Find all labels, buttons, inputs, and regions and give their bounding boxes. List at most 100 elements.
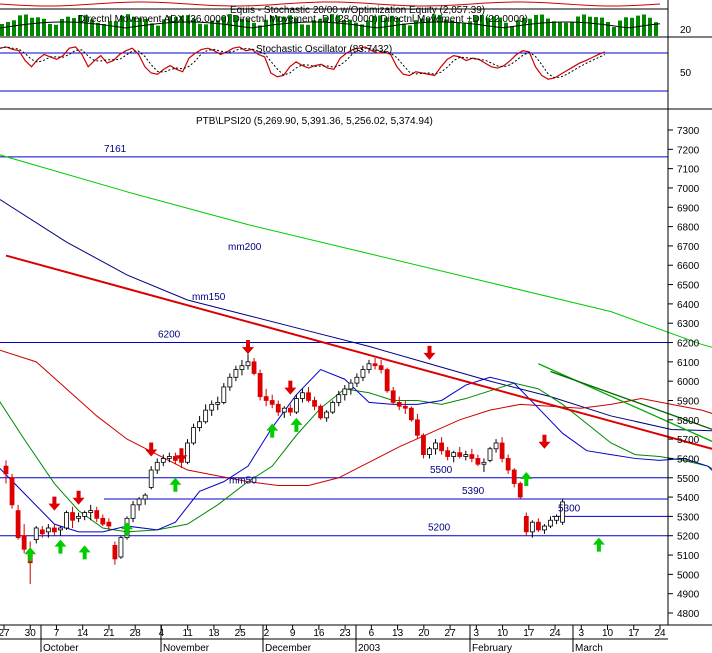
- candle-down: [70, 512, 75, 521]
- equity-bar: [534, 14, 538, 37]
- candle-down: [445, 450, 451, 457]
- candle-up: [33, 527, 39, 540]
- stochastic-tick-label: 50: [680, 68, 692, 79]
- equity-bar: [48, 24, 52, 36]
- candle-up: [354, 376, 360, 384]
- candle-down: [269, 400, 275, 405]
- x-tick-label: 3: [474, 628, 480, 639]
- candle-up: [185, 442, 190, 463]
- equity-bar: [570, 22, 574, 36]
- candle-down: [378, 365, 384, 370]
- candle-up: [433, 442, 438, 450]
- equity-bar: [588, 16, 592, 36]
- x-tick-label: 25: [235, 628, 247, 639]
- candle-down: [402, 405, 408, 409]
- equity-bar: [636, 15, 640, 37]
- candle-down: [536, 521, 541, 531]
- mm50-label: mm50: [229, 476, 257, 487]
- candle-up: [160, 458, 166, 463]
- candle-up: [529, 521, 535, 533]
- candle-up: [82, 512, 88, 517]
- x-tick-label: 28: [130, 628, 142, 639]
- candle-up: [148, 469, 154, 488]
- x-tick-label: 18: [208, 628, 220, 639]
- candle-down: [275, 403, 281, 413]
- candle-down: [52, 527, 57, 533]
- y-tick-label: 6900: [677, 203, 700, 214]
- candle-down: [475, 458, 481, 465]
- candle-down: [9, 477, 15, 506]
- candle-up: [324, 411, 330, 419]
- x-tick-label: 7: [54, 628, 60, 639]
- equity-bar: [606, 21, 610, 36]
- y-tick-label: 5900: [677, 396, 700, 407]
- y-tick-label: 4800: [677, 609, 700, 620]
- y-tick-label: 6600: [677, 261, 700, 272]
- level-label-7161: 7161: [104, 144, 127, 155]
- y-tick-label: 6300: [677, 319, 700, 330]
- x-tick-label: 17: [628, 628, 640, 639]
- candle-down: [106, 521, 112, 527]
- equity-bar: [402, 23, 406, 36]
- candle-up: [45, 527, 51, 533]
- candle-up: [493, 442, 499, 450]
- x-tick-label: 24: [549, 628, 561, 639]
- candle-up: [203, 409, 209, 423]
- y-tick-label: 6700: [677, 242, 700, 253]
- candle-up: [360, 369, 366, 378]
- candle-down: [390, 390, 396, 403]
- equity-bar: [558, 22, 562, 36]
- candle-up: [88, 510, 94, 513]
- candle-up: [366, 363, 372, 370]
- y-tick-label: 7000: [677, 184, 700, 195]
- candle-up: [166, 456, 172, 459]
- x-tick-label: 21: [103, 628, 115, 639]
- candle-up: [336, 394, 342, 403]
- x-tick-label: 16: [313, 628, 325, 639]
- x-tick-label: 14: [77, 628, 89, 639]
- month-label: December: [265, 643, 312, 653]
- equity-bar: [462, 23, 466, 36]
- y-tick-label: 6200: [677, 339, 700, 350]
- x-tick-label: 13: [392, 628, 404, 639]
- equity-bar: [42, 18, 46, 36]
- x-tick-label: 3: [578, 628, 584, 639]
- equity-bar: [510, 26, 514, 36]
- mm200-label: mm200: [228, 242, 262, 253]
- equity-panel: Equis - Stochastic 20/00 w/Optimization …: [0, 0, 712, 38]
- candle-up: [348, 382, 354, 390]
- candle-up: [451, 452, 457, 457]
- candle-up: [300, 392, 305, 399]
- y-tick-label: 5000: [677, 570, 700, 581]
- candle-up: [197, 421, 203, 428]
- stochastic-title: Stochastic Oscillator (83.7432): [256, 44, 392, 55]
- candle-down: [318, 405, 324, 419]
- candle-up: [58, 527, 63, 531]
- candle-up: [118, 537, 124, 558]
- y-tick-label: 5400: [677, 493, 700, 504]
- month-label: 2003: [358, 643, 381, 653]
- equity-bar: [198, 23, 202, 36]
- equity-bar: [408, 25, 412, 36]
- equity-bar: [552, 21, 556, 36]
- month-label: October: [43, 643, 79, 653]
- candle-down: [112, 544, 118, 560]
- candle-down: [457, 452, 463, 457]
- y-tick-label: 5800: [677, 416, 700, 427]
- equity-bar: [66, 16, 70, 36]
- mm150-label: mm150: [192, 292, 226, 303]
- level-label-6200: 6200: [158, 330, 181, 341]
- y-tick-label: 5100: [677, 551, 700, 562]
- x-tick-label: 24: [654, 628, 666, 639]
- y-tick-label: 5300: [677, 512, 700, 523]
- equity-bar: [36, 17, 40, 36]
- equity-tick-label: 20: [680, 25, 692, 36]
- equity-bar: [60, 18, 64, 36]
- x-tick-label: 11: [182, 628, 193, 639]
- candle-down: [3, 465, 9, 475]
- equity-bar: [72, 18, 76, 36]
- y-tick-label: 5500: [677, 474, 700, 485]
- x-tick-label: 17: [523, 628, 535, 639]
- x-tick-label: 4: [159, 628, 165, 639]
- equity-bar: [582, 14, 586, 36]
